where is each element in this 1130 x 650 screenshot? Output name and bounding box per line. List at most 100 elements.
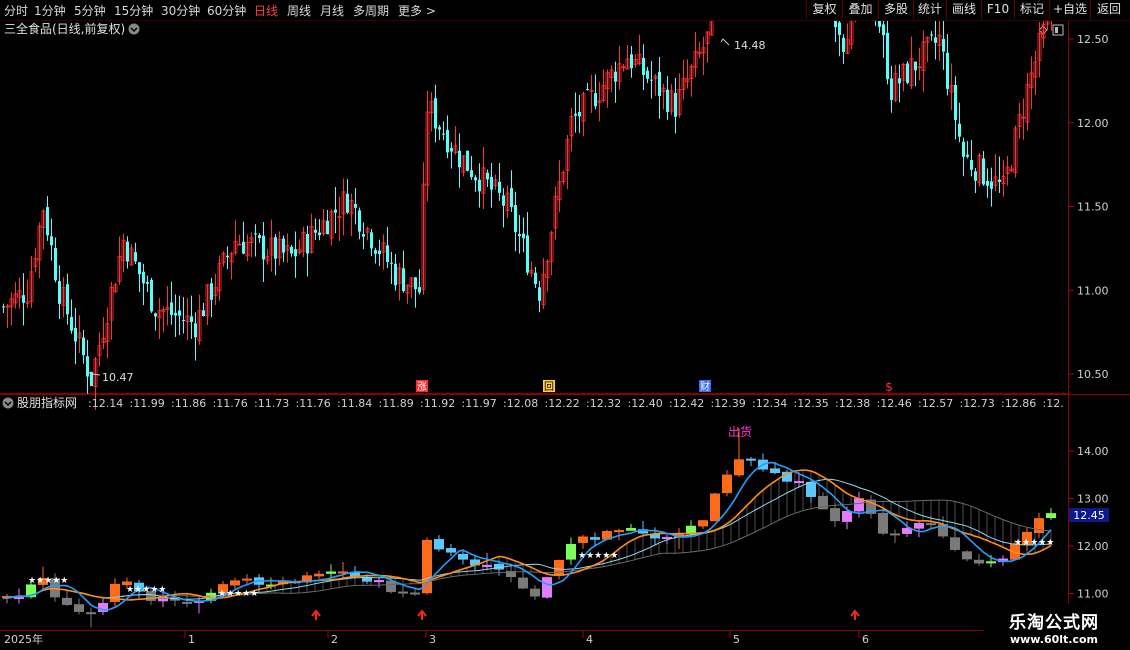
- indicator-candle-body: [398, 591, 408, 594]
- time-tick-label: 2025年: [4, 632, 43, 646]
- chart-area[interactable]: 三全食品(日线,前复权) 14.5014.0013.5013.0012.5012…: [0, 21, 1130, 650]
- candle-body: [666, 89, 669, 112]
- period-tab-monthly[interactable]: 月线: [320, 2, 344, 19]
- svg-text:$: $: [885, 380, 893, 394]
- candle-body: [326, 220, 329, 235]
- candle-body: [574, 113, 577, 116]
- indicator-candle-body: [878, 512, 888, 534]
- indicator-candle-body: [554, 560, 564, 576]
- candle-body: [154, 313, 157, 317]
- indicator-value: :12.73: [960, 397, 995, 410]
- candle-body: [178, 310, 181, 316]
- f10-button[interactable]: F10: [981, 0, 1014, 19]
- period-tab-timeshare[interactable]: 分时: [4, 2, 28, 19]
- indicator-value: :12.38: [835, 397, 870, 410]
- indicator-candle-body: [542, 577, 552, 598]
- back-button[interactable]: 返回: [1090, 0, 1127, 19]
- candle-body: [470, 170, 473, 178]
- mark-button[interactable]: 标记: [1014, 0, 1049, 19]
- candle-body: [294, 249, 297, 257]
- candle-body: [510, 188, 513, 208]
- candle-body: [146, 281, 149, 284]
- candle-body: [318, 232, 321, 236]
- candle-body: [474, 177, 477, 181]
- indicator-candle-body: [242, 578, 252, 581]
- toolbar: 分时 1分钟 5分钟 15分钟 30分钟 60分钟 日线 周线 月线 多周期 更…: [0, 0, 1130, 21]
- candle-body: [258, 235, 261, 239]
- indicator-candle-body: [230, 580, 240, 586]
- candle-body: [586, 89, 589, 91]
- indicator-value: :11.97: [462, 397, 497, 410]
- candle-body: [930, 34, 933, 36]
- add-watchlist-button[interactable]: +自选: [1049, 0, 1090, 19]
- candle-body: [966, 154, 969, 157]
- indicator-candle-body: [362, 577, 372, 582]
- event-marker-finance[interactable]: 财: [699, 380, 711, 393]
- indicator-value: :12.14: [88, 397, 123, 410]
- period-tab-15min[interactable]: 15分钟: [114, 2, 153, 19]
- indicator-candle-body: [578, 536, 588, 543]
- candle-body: [262, 235, 265, 260]
- candle-body: [642, 57, 645, 75]
- period-tab-multi[interactable]: 多周期: [353, 2, 389, 19]
- candle-body: [314, 229, 317, 233]
- indicator-title: 股朋指标网: [17, 395, 77, 410]
- period-tab-30min[interactable]: 30分钟: [161, 2, 200, 19]
- indicator-candle-body: [482, 564, 492, 567]
- statistics-button[interactable]: 统计: [913, 0, 946, 19]
- candle-body: [46, 207, 49, 236]
- candle-body: [834, 21, 837, 28]
- candle-body: [438, 127, 441, 130]
- indicator-axis: 14.00 13.00 12.00 11.00: [1077, 445, 1109, 601]
- multi-stock-button[interactable]: 多股: [878, 0, 913, 19]
- candle-body: [378, 250, 381, 255]
- indicator-candle-body: [566, 543, 576, 560]
- event-marker-limit-up[interactable]: 涨: [416, 380, 428, 393]
- candle-body: [2, 306, 5, 308]
- candle-body: [386, 245, 389, 262]
- candle-body: [334, 209, 337, 213]
- indicator-candle-body: [830, 508, 840, 522]
- price-axis: 14.5014.0013.5013.0012.5012.0011.5011.00…: [1077, 33, 1109, 381]
- indicator-options-icon[interactable]: [2, 397, 14, 409]
- indicator-candle-body: [734, 459, 744, 476]
- period-tab-1min[interactable]: 1分钟: [34, 2, 66, 19]
- period-tab-weekly[interactable]: 周线: [287, 2, 311, 19]
- event-marker-buyback[interactable]: 回: [543, 380, 555, 393]
- candle-body: [522, 233, 525, 239]
- indicator-stars: ★★★★★ ★★★★★ ★★★★★ ★★★★★ ★★★★★: [28, 538, 1054, 599]
- svg-text:涨: 涨: [417, 381, 427, 393]
- candle-body: [194, 323, 197, 338]
- candle-body: [66, 284, 69, 315]
- star-signal: ★★★★★: [218, 589, 258, 599]
- candle-body: [526, 235, 529, 273]
- more-periods-button[interactable]: 更多 >: [398, 2, 436, 19]
- candle-body: [254, 233, 257, 235]
- candle-body: [878, 21, 881, 27]
- period-tab-5min[interactable]: 5分钟: [74, 2, 106, 19]
- watermark-site-name: 乐淘公式网: [1009, 613, 1099, 633]
- overlay-button[interactable]: 叠加: [842, 0, 878, 19]
- candle-body: [658, 71, 661, 97]
- period-tab-60min[interactable]: 60分钟: [207, 2, 246, 19]
- candle-body: [986, 180, 989, 186]
- buy-arrow-icon: [850, 609, 860, 620]
- period-tab-daily[interactable]: 日线: [254, 2, 278, 19]
- candle-body: [150, 279, 153, 312]
- candle-body: [126, 241, 129, 262]
- high-price-label: 14.48: [734, 39, 766, 52]
- candle-body: [958, 123, 961, 137]
- indicator-tick-label: 13.00: [1077, 493, 1109, 506]
- panel-toggle-icon[interactable]: [1052, 24, 1064, 36]
- indicator-tick-label: 14.00: [1077, 445, 1109, 458]
- price-candles[interactable]: [2, 21, 1053, 410]
- candle-body: [838, 22, 841, 35]
- event-marker-dividend[interactable]: $: [885, 380, 893, 394]
- indicator-value: :12.08: [503, 397, 538, 410]
- chart-options-icon[interactable]: [128, 23, 140, 35]
- chart-frame: [0, 21, 1130, 631]
- draw-line-button[interactable]: 画线: [946, 0, 981, 19]
- indicator-values-row: :12.14:11.99:11.86:11.76:11.73:11.76:11.…: [88, 397, 1064, 410]
- candle-body: [942, 39, 945, 52]
- adjust-button[interactable]: 复权: [806, 0, 842, 19]
